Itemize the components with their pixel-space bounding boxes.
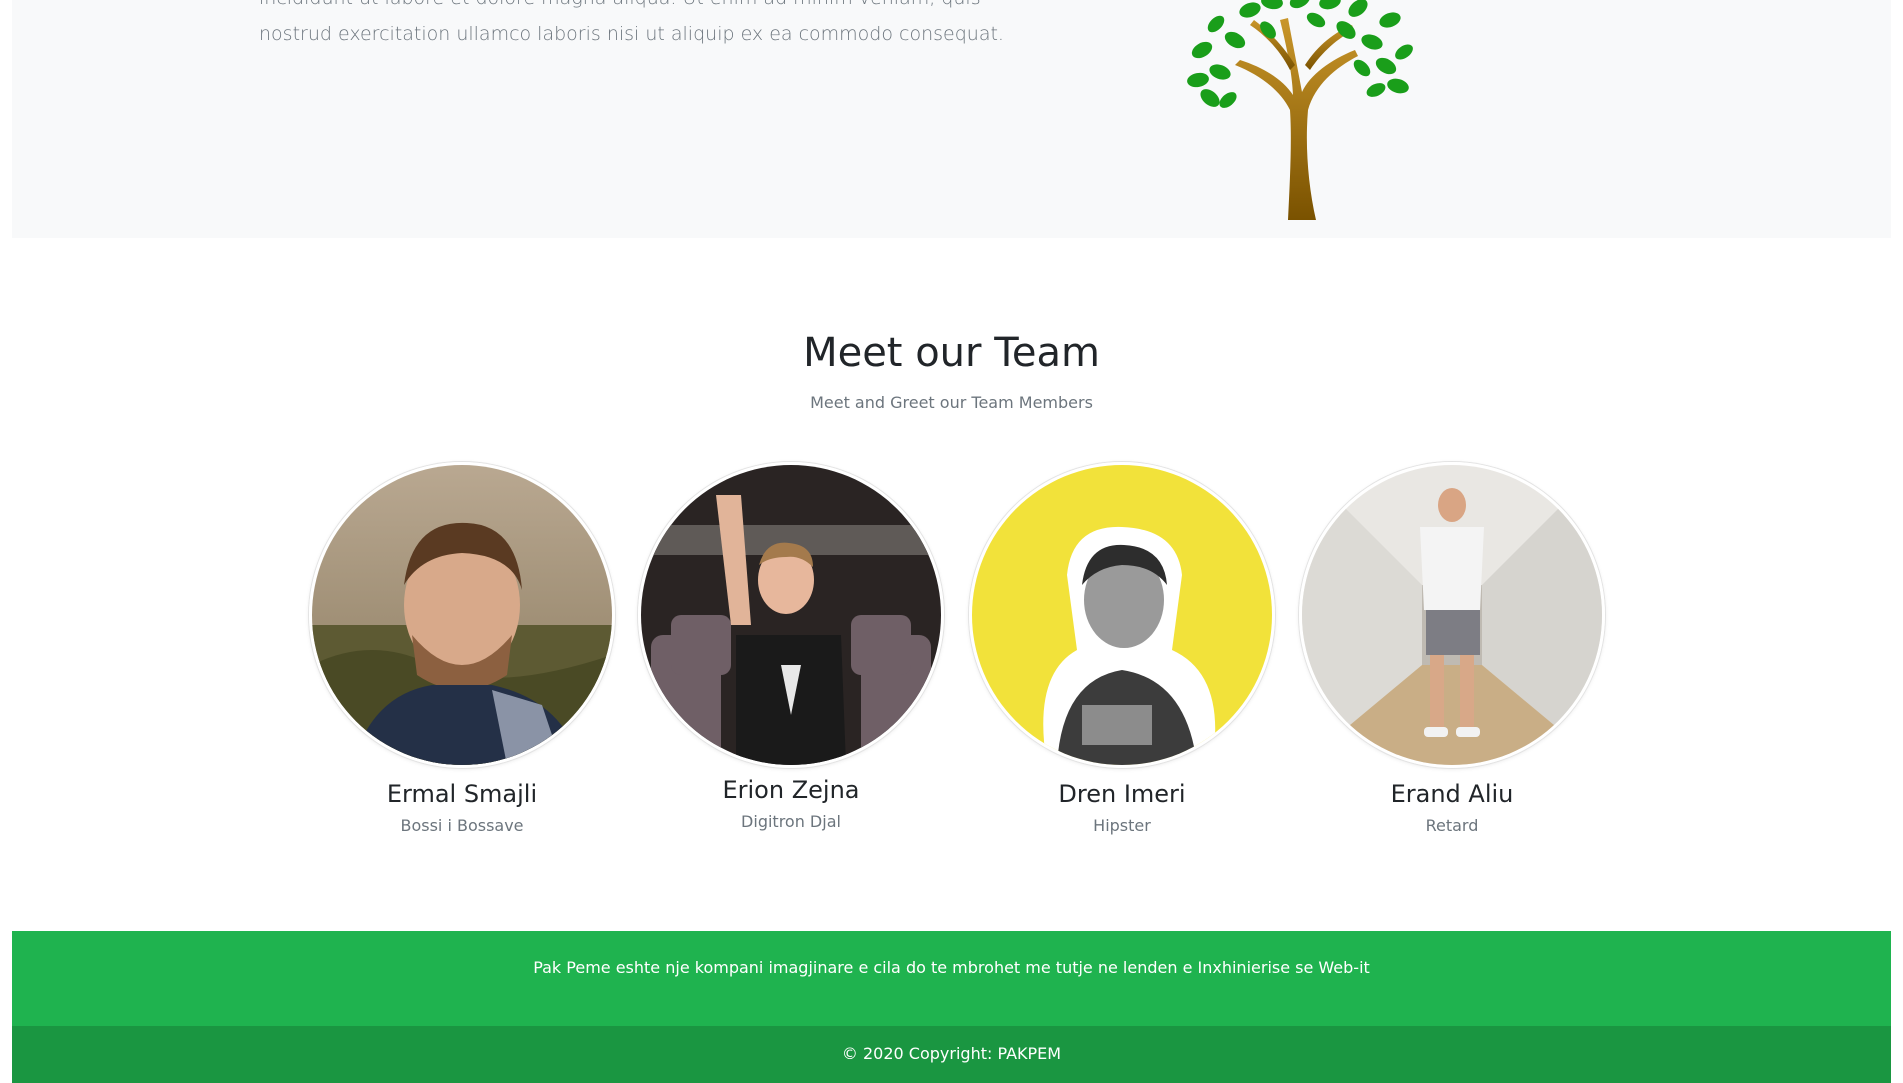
team-member-card: Erand Aliu Retard — [1299, 462, 1605, 835]
member-name: Dren Imeri — [1058, 780, 1186, 808]
about-line: nostrud exercitation ullamco laboris nis… — [259, 23, 1004, 45]
member-name: Ermal Smajli — [386, 780, 538, 808]
footer-text: Pak Peme eshte nje kompani imagjinare e … — [533, 958, 1370, 977]
member-photo — [309, 462, 615, 768]
copyright-text: © 2020 Copyright: PAKPEM — [841, 1044, 1062, 1063]
member-name: Erion Zejna — [722, 776, 860, 804]
page: incididunt ut labore et dolore magna ali… — [12, 0, 1891, 1083]
footer-copyright-bar: © 2020 Copyright: PAKPEM — [12, 1026, 1891, 1083]
member-role: Bossi i Bossave — [400, 816, 524, 835]
footer: Pak Peme eshte nje kompani imagjinare e … — [12, 931, 1891, 1026]
about-section: incididunt ut labore et dolore magna ali… — [12, 0, 1891, 238]
member-photo — [638, 462, 944, 768]
team-member-card: Ermal Smajli Bossi i Bossave — [309, 462, 615, 835]
team-title: Meet our Team — [803, 330, 1100, 376]
team-subtitle: Meet and Greet our Team Members — [810, 393, 1093, 412]
member-role: Digitron Djal — [741, 812, 841, 831]
team-member-card: Dren Imeri Hipster — [969, 462, 1275, 835]
member-photo — [969, 462, 1275, 768]
member-name: Erand Aliu — [1390, 780, 1514, 808]
tree-illustration — [1187, 0, 1413, 220]
member-role: Hipster — [1093, 816, 1151, 835]
about-text: incididunt ut labore et dolore magna ali… — [259, 0, 1004, 52]
member-photo — [1299, 462, 1605, 768]
team-member-card: Erion Zejna Digitron Djal — [638, 462, 944, 831]
about-line: incididunt ut labore et dolore magna ali… — [259, 0, 981, 16]
member-role: Retard — [1425, 816, 1479, 835]
